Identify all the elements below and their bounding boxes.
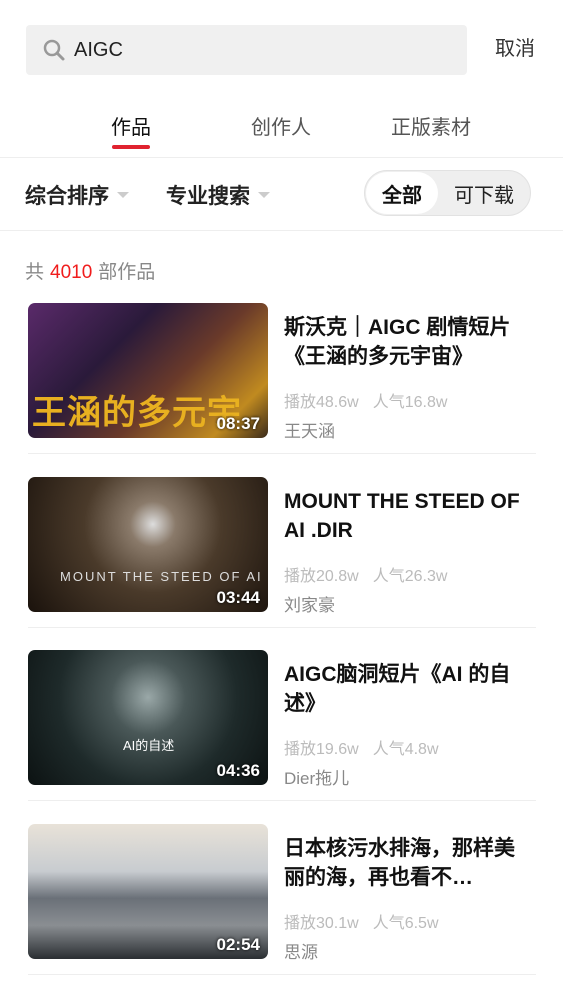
- duration: 02:54: [216, 935, 260, 954]
- video-thumbnail[interactable]: 02:54: [28, 824, 268, 959]
- video-thumbnail[interactable]: MOUNT THE STEED OF AI 03:44: [28, 477, 268, 612]
- item-title[interactable]: 斯沃克｜AIGC 剧情短片《王涵的多元宇宙》: [284, 313, 524, 371]
- list-item[interactable]: 王涵的多元宇宙 08:37 斯沃克｜AIGC 剧情短片《王涵的多元宇宙》 播放4…: [28, 303, 536, 477]
- list-item[interactable]: MOUNT THE STEED OF AI 03:44 MOUNT THE ST…: [28, 477, 536, 651]
- sort-dropdown[interactable]: 综合排序: [25, 180, 129, 210]
- pro-search-dropdown[interactable]: 专业搜索: [166, 180, 270, 210]
- list-item[interactable]: AI的自述 04:36 AIGC脑洞短片《AI 的自述》 播放19.6w 人气4.…: [28, 650, 536, 824]
- duration: 04:36: [216, 761, 260, 780]
- item-stats: 播放20.8w 人气26.3w: [284, 568, 448, 585]
- search-bar[interactable]: [26, 25, 467, 75]
- active-tab-indicator: [112, 145, 150, 149]
- caret-down-icon: [258, 192, 270, 198]
- item-author[interactable]: 王天涵: [284, 417, 335, 442]
- video-thumbnail[interactable]: 王涵的多元宇宙 08:37: [28, 303, 268, 438]
- duration: 03:44: [216, 588, 260, 607]
- search-input[interactable]: [74, 38, 434, 62]
- item-title[interactable]: AIGC脑洞短片《AI 的自述》: [284, 660, 524, 718]
- divider: [28, 627, 536, 628]
- cancel-button[interactable]: 取消: [495, 32, 535, 61]
- download-filter-toggle: 全部 可下载: [364, 170, 531, 216]
- search-icon: [43, 39, 65, 61]
- divider: [28, 453, 536, 454]
- list-item[interactable]: 02:54 日本核污水排海，那样美丽的海，再也看不… 播放30.1w 人气6.5w…: [28, 824, 536, 998]
- item-stats: 播放30.1w 人气6.5w: [284, 915, 439, 932]
- video-thumbnail[interactable]: AI的自述 04:36: [28, 650, 268, 785]
- divider: [0, 230, 563, 231]
- item-author[interactable]: Dier拖儿: [284, 764, 349, 789]
- filter-all[interactable]: 全部: [366, 172, 438, 214]
- item-title[interactable]: 日本核污水排海，那样美丽的海，再也看不…: [284, 834, 524, 892]
- item-author[interactable]: 刘家豪: [284, 591, 335, 616]
- item-stats: 播放19.6w 人气4.8w: [284, 741, 439, 758]
- duration: 08:37: [216, 414, 260, 433]
- tab-licensed-assets[interactable]: 正版素材: [391, 111, 471, 140]
- tab-works[interactable]: 作品: [111, 111, 151, 140]
- sort-label: 综合排序: [25, 185, 109, 208]
- divider: [28, 974, 536, 975]
- divider: [0, 157, 563, 158]
- caret-down-icon: [117, 192, 129, 198]
- filter-downloadable[interactable]: 可下载: [438, 179, 530, 208]
- item-stats: 播放48.6w 人气16.8w: [284, 394, 448, 411]
- pro-search-label: 专业搜索: [166, 185, 250, 208]
- result-count: 共 4010 部作品: [25, 262, 156, 283]
- item-author[interactable]: 思源: [284, 938, 318, 963]
- divider: [28, 800, 536, 801]
- item-title[interactable]: MOUNT THE STEED OF AI .DIR: [284, 487, 524, 545]
- tab-creators[interactable]: 创作人: [251, 111, 311, 140]
